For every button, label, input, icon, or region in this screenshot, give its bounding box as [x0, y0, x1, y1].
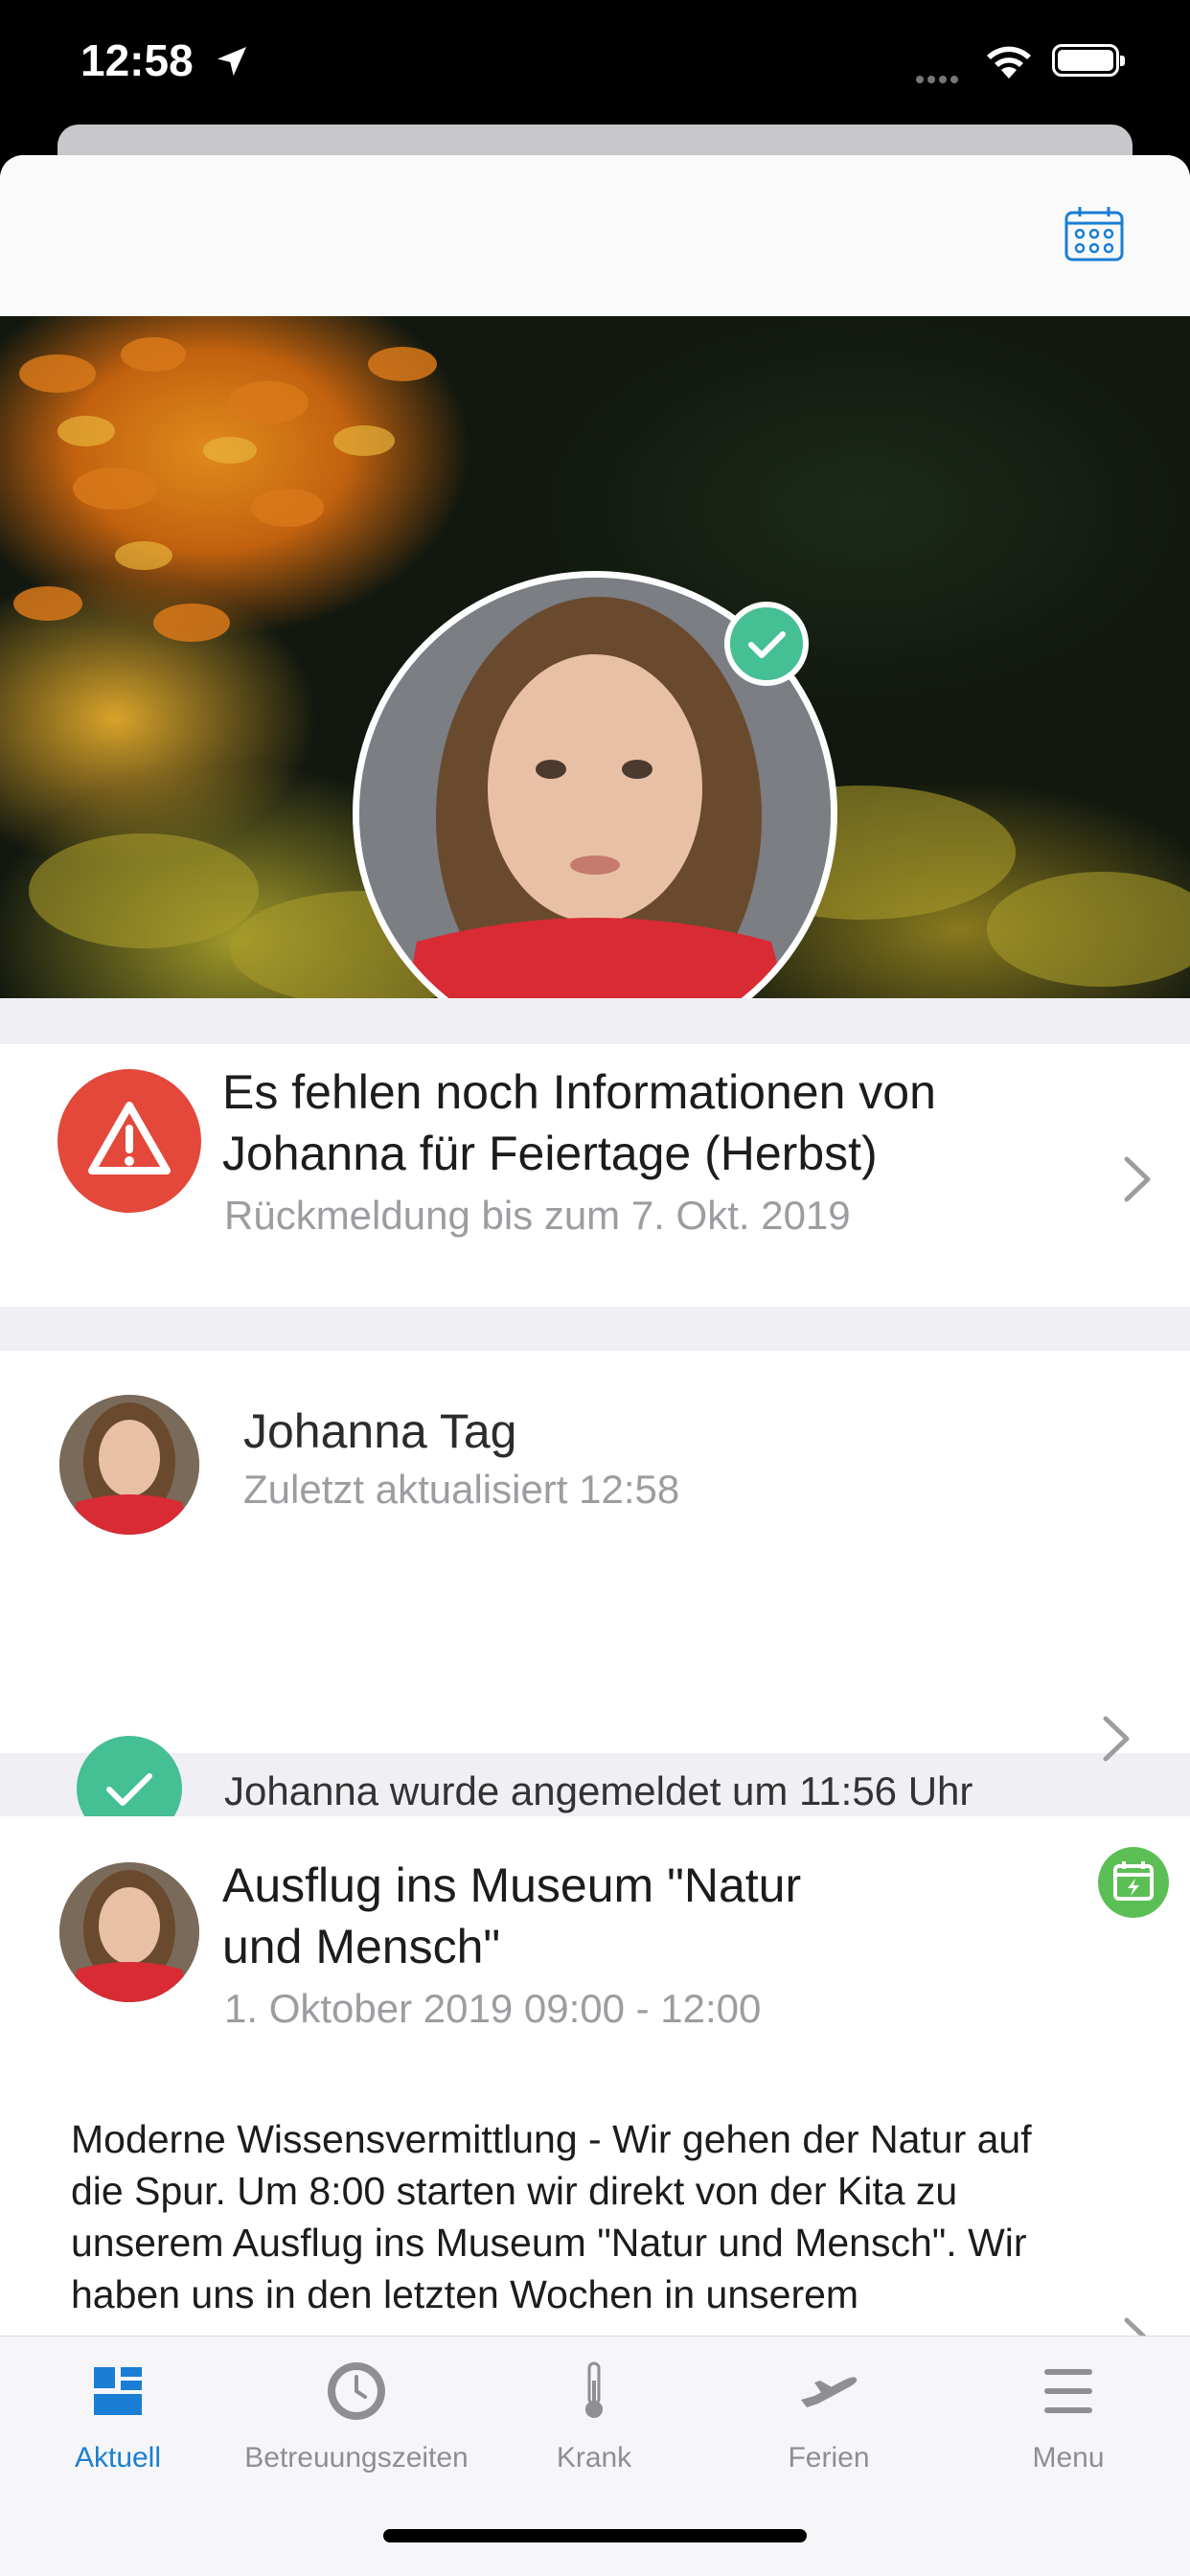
alert-title-line2: Johanna für Feiertage (Herbst) [222, 1127, 878, 1180]
event-date: 1. Oktober 2019 09:00 - 12:00 [224, 1986, 762, 2031]
chevron-right-icon [1103, 1716, 1130, 1762]
clock-icon [328, 2362, 385, 2420]
cellular-signal-icon [916, 71, 962, 88]
home-indicator[interactable] [383, 2529, 807, 2542]
tab-label: Betreuungszeiten [244, 2442, 469, 2473]
tab-aktuell[interactable]: Aktuell [38, 2337, 197, 2509]
thermometer-icon [585, 2361, 603, 2418]
tab-label: Aktuell [74, 2442, 162, 2473]
modal-sheet: Es fehlen noch Informationen von Johanna… [0, 155, 1190, 2575]
checked-in-badge [724, 602, 809, 686]
alert-subtitle: Rückmeldung bis zum 7. Okt. 2019 [224, 1193, 851, 1238]
status-bar: 12:58 [0, 0, 1190, 134]
tab-label: Ferien [788, 2442, 870, 2473]
dashboard-icon [94, 2367, 142, 2415]
event-title-line2: und Mensch" [222, 1920, 501, 1973]
missing-info-card[interactable]: Es fehlen noch Informationen von Johanna… [0, 1044, 1190, 1307]
event-title-line1: Ausflug ins Museum "Natur [222, 1858, 802, 1912]
warning-icon [57, 1069, 201, 1213]
calendar-icon[interactable] [1064, 205, 1125, 262]
event-calendar-badge-icon [1098, 1847, 1169, 1918]
hamburger-menu-icon [1044, 2369, 1092, 2413]
wifi-icon [987, 46, 1031, 79]
battery-icon [1052, 44, 1125, 77]
location-arrow-icon [217, 47, 246, 76]
daily-status-card[interactable]: Johanna Tag Zuletzt aktualisiert 12:58 J… [0, 1351, 1190, 1841]
tab-label: Menu [1032, 2442, 1105, 2473]
nav-header [0, 155, 1190, 316]
tab-label: Krank [556, 2442, 632, 2473]
child-avatar [59, 1862, 199, 2002]
chevron-right-icon [1124, 1156, 1151, 1202]
tab-betreuungszeiten[interactable]: Betreuungszeiten [230, 2337, 483, 2509]
day-card-name: Johanna Tag [243, 1404, 517, 1458]
day-card-updated: Zuletzt aktualisiert 12:58 [243, 1467, 680, 1512]
tab-ferien[interactable]: Ferien [757, 2337, 901, 2509]
airplane-icon [801, 2377, 858, 2407]
child-avatar [59, 1395, 199, 1535]
tab-menu[interactable]: Menu [996, 2337, 1140, 2509]
event-description: Moderne Wissensvermittlung - Wir gehen d… [71, 2117, 1032, 2316]
tab-krank[interactable]: Krank [517, 2337, 671, 2509]
alert-title-line1: Es fehlen noch Informationen von [222, 1065, 936, 1119]
checkin-status-text: Johanna wurde angemeldet um 11:56 Uhr [224, 1768, 973, 1813]
hero-background-photo [0, 316, 1190, 998]
status-time: 12:58 [80, 35, 194, 85]
